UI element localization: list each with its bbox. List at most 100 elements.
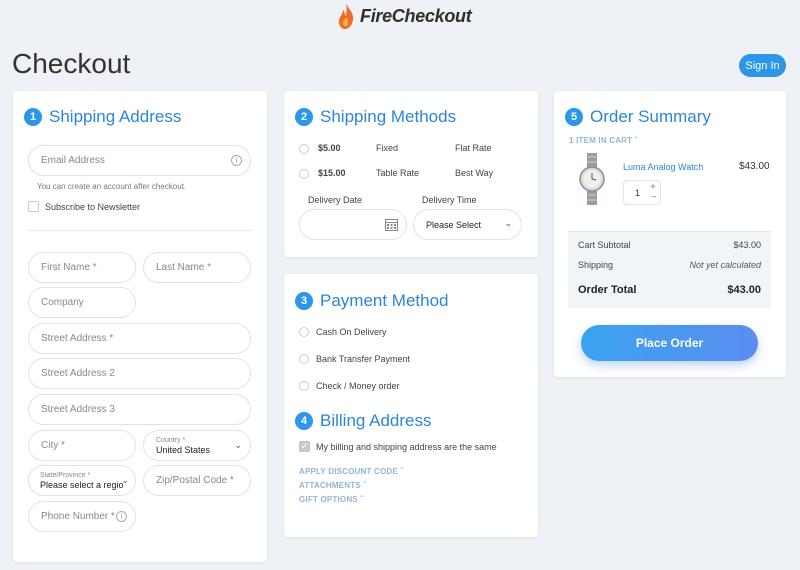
payment-option-label: Check / Money order: [316, 381, 400, 391]
section-title: Shipping Address: [49, 107, 182, 126]
newsletter-checkbox[interactable]: [28, 201, 39, 212]
attachments-link[interactable]: ATTACHMENTS ˇ: [299, 481, 366, 490]
country-select[interactable]: Country * United States ⌄: [143, 430, 251, 461]
gift-options-link[interactable]: GIFT OPTIONS ˇ: [299, 495, 363, 504]
cart-subtotal-value: $43.00: [733, 240, 761, 250]
quantity-stepper[interactable]: 1 + −: [623, 180, 661, 205]
shipping-price: $15.00: [318, 168, 346, 178]
shipping-address-card: 1 Shipping Address Email Address i You c…: [13, 91, 267, 562]
company-field[interactable]: Company: [28, 287, 136, 318]
country-value: United States: [156, 444, 211, 455]
chevron-down-icon: ˇ: [357, 495, 364, 504]
chevron-up-icon: ˆ: [632, 136, 638, 145]
order-total-label: Order Total: [578, 284, 637, 296]
checkmark-icon[interactable]: ✓: [299, 441, 310, 452]
items-in-cart-toggle[interactable]: 1 ITEM IN CART ˆ: [569, 136, 638, 145]
step-number: 5: [565, 108, 583, 126]
first-name-field[interactable]: First Name *: [28, 252, 136, 283]
payment-option[interactable]: Cash On Delivery: [299, 327, 387, 337]
apply-discount-link[interactable]: APPLY DISCOUNT CODE ˇ: [299, 467, 403, 476]
shipping-method-radio[interactable]: [299, 169, 309, 179]
product-name[interactable]: Luma Analog Watch: [623, 162, 703, 172]
street-2-placeholder: Street Address 2: [41, 368, 115, 379]
step-number: 1: [24, 108, 42, 126]
section-title: Order Summary: [590, 107, 711, 126]
zip-placeholder: Zip/Postal Code *: [156, 475, 234, 486]
shipping-method-name: Fixed: [376, 143, 399, 153]
company-placeholder: Company: [41, 297, 84, 308]
quantity-value: 1: [635, 188, 641, 198]
shipping-address-header: 1 Shipping Address: [24, 107, 181, 127]
flame-icon: [338, 3, 354, 29]
payment-option-label: Cash On Delivery: [316, 327, 387, 337]
street-1-placeholder: Street Address *: [41, 333, 114, 344]
apply-discount-label: APPLY DISCOUNT CODE: [299, 467, 398, 476]
phone-placeholder: Phone Number *: [41, 511, 115, 522]
payment-radio[interactable]: [299, 327, 309, 337]
section-title: Billing Address: [320, 411, 432, 430]
city-placeholder: City *: [41, 440, 65, 451]
zip-field[interactable]: Zip/Postal Code *: [143, 465, 251, 496]
country-label: Country *: [156, 436, 186, 444]
shipping-method-row[interactable]: $5.00 Fixed Flat Rate: [299, 142, 524, 156]
payment-billing-card: 3 Payment Method Cash On Delivery Bank T…: [284, 274, 538, 537]
first-name-placeholder: First Name *: [41, 262, 97, 273]
last-name-field[interactable]: Last Name *: [143, 252, 251, 283]
delivery-time-select[interactable]: Please Select ⌄: [413, 209, 522, 240]
phone-field[interactable]: Phone Number * i: [28, 501, 136, 532]
calendar-icon[interactable]: [385, 218, 398, 231]
street-address-1-field[interactable]: Street Address *: [28, 323, 251, 354]
gift-options-label: GIFT OPTIONS: [299, 495, 358, 504]
step-number: 4: [295, 412, 313, 430]
street-address-2-field[interactable]: Street Address 2: [28, 358, 251, 389]
chevron-down-icon: ⌄: [504, 218, 512, 228]
shipping-carrier: Flat Rate: [455, 143, 492, 153]
region-select[interactable]: State/Province * Please select a regio ⌄: [28, 465, 136, 496]
section-title: Payment Method: [320, 291, 449, 310]
items-in-cart-label: 1 ITEM IN CART: [569, 136, 633, 145]
place-order-button[interactable]: Place Order: [581, 325, 758, 361]
product-image[interactable]: [579, 153, 605, 205]
order-summary-header: 5 Order Summary: [565, 107, 711, 127]
payment-option[interactable]: Bank Transfer Payment: [299, 354, 410, 364]
logo[interactable]: FireCheckout: [336, 0, 472, 32]
billing-same-label: My billing and shipping address are the …: [316, 441, 497, 452]
shipping-method-radio[interactable]: [299, 144, 309, 154]
page-title: Checkout: [12, 48, 131, 79]
payment-option-label: Bank Transfer Payment: [316, 354, 411, 364]
info-icon[interactable]: i: [116, 511, 127, 522]
minus-icon[interactable]: −: [651, 192, 657, 203]
region-value: Please select a regio: [40, 479, 124, 490]
sign-in-button[interactable]: Sign In: [739, 54, 786, 77]
shipping-method-row[interactable]: $15.00 Table Rate Best Way: [299, 167, 524, 181]
email-field[interactable]: Email Address i: [28, 145, 251, 176]
chevron-down-icon: ⌄: [234, 440, 242, 450]
payment-radio[interactable]: [299, 354, 309, 364]
street-address-3-field[interactable]: Street Address 3: [28, 394, 251, 425]
delivery-time-value: Please Select: [426, 219, 482, 230]
product-price: $43.00: [739, 161, 770, 172]
city-field[interactable]: City *: [28, 430, 136, 461]
shipping-carrier: Best Way: [455, 168, 494, 178]
billing-address-header: 4 Billing Address: [295, 411, 432, 431]
delivery-date-field[interactable]: [299, 209, 407, 240]
delivery-date-label: Delivery Date: [308, 195, 363, 205]
cart-subtotal-label: Cart Subtotal: [578, 240, 631, 250]
newsletter-option[interactable]: Subscribe to Newsletter: [28, 201, 140, 212]
shipping-value: Not yet calculated: [689, 260, 761, 270]
region-label: State/Province *: [40, 471, 91, 479]
street-3-placeholder: Street Address 3: [41, 404, 115, 415]
payment-method-header: 3 Payment Method: [295, 291, 449, 311]
shipping-price: $5.00: [318, 143, 341, 153]
billing-same-option[interactable]: ✓ My billing and shipping address are th…: [299, 441, 497, 452]
info-icon[interactable]: i: [231, 155, 242, 166]
order-total-value: $43.00: [727, 284, 761, 296]
payment-option[interactable]: Check / Money order: [299, 381, 400, 391]
last-name-placeholder: Last Name *: [156, 262, 212, 273]
section-title: Shipping Methods: [320, 107, 457, 126]
chevron-down-icon: ˇ: [360, 481, 367, 490]
shipping-methods-card: 2 Shipping Methods $5.00 Fixed Flat Rate…: [284, 91, 538, 257]
payment-radio[interactable]: [299, 381, 309, 391]
order-summary-card: 5 Order Summary 1 ITEM IN CART ˆ Luma An…: [554, 91, 786, 377]
logo-text: FireCheckout: [360, 5, 472, 26]
